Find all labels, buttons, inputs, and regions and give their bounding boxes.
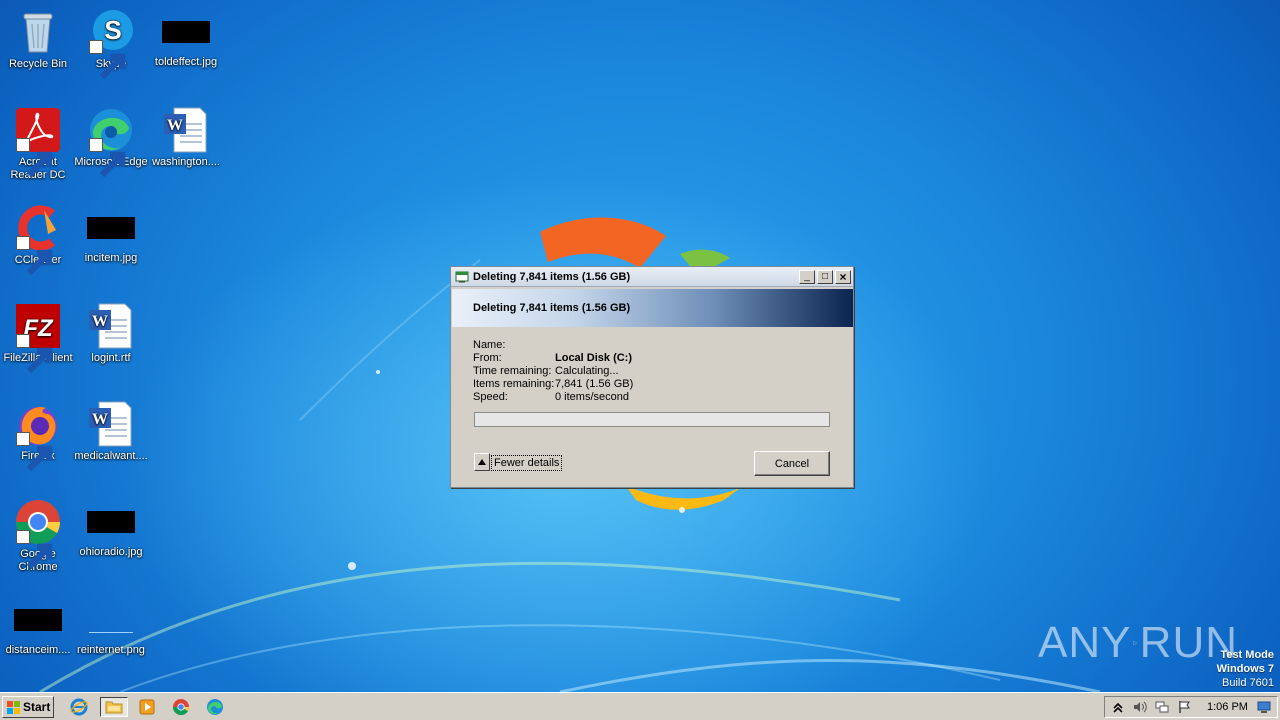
desktop: Recycle Bin S Skype toldeffect.jpg Acrob… <box>0 0 1280 692</box>
tray-volume[interactable] <box>1131 698 1149 716</box>
desktop-icon-ccleaner[interactable]: CCleaner <box>0 204 76 276</box>
network-icon <box>1155 701 1169 713</box>
tray-network[interactable] <box>1153 698 1171 716</box>
dialog-heading: Deleting 7,841 items (1.56 GB) <box>473 302 631 314</box>
detail-row-from: From: Local Disk (C:) <box>473 352 633 364</box>
desktop-icon <box>1257 701 1271 713</box>
svg-text:W: W <box>92 411 108 428</box>
explorer-folder-icon <box>105 701 123 714</box>
delete-dialog-icon <box>455 271 469 282</box>
desktop-icon-filezilla[interactable]: FZ FileZilla Client <box>0 302 76 374</box>
flag-icon <box>1179 701 1190 713</box>
volume-icon <box>1134 701 1147 713</box>
tray-action-center[interactable] <box>1175 698 1193 716</box>
chevron-up-icon <box>478 459 486 465</box>
desktop-icon-distanceim[interactable]: distanceim.... <box>0 596 76 657</box>
detail-row-speed: Speed: 0 items/second <box>473 391 629 403</box>
dialog-titlebar[interactable]: Deleting 7,841 items (1.56 GB) _ □ × <box>451 267 853 287</box>
word-doc-icon: W <box>89 303 132 349</box>
recycle-bin-icon <box>23 13 53 53</box>
desktop-icon-ohioradio[interactable]: ohioradio.jpg <box>73 498 149 559</box>
toggle-details-button[interactable] <box>474 453 490 471</box>
start-button[interactable]: Start <box>2 696 54 718</box>
shortcut-arrow-icon <box>89 40 126 80</box>
svg-text:W: W <box>167 117 183 134</box>
delete-progress-dialog: Deleting 7,841 items (1.56 GB) _ □ × Del… <box>450 266 854 488</box>
shortcut-arrow-icon <box>16 530 53 570</box>
maximize-button[interactable]: □ <box>817 269 833 284</box>
taskbar-chrome[interactable] <box>170 697 192 717</box>
desktop-icon-chrome[interactable]: Google Chrome <box>0 498 76 574</box>
windows-logo-icon <box>7 700 20 714</box>
desktop-icon-logint[interactable]: W logint.rtf <box>73 302 149 365</box>
tray-show-desktop[interactable] <box>1255 698 1273 716</box>
tray-show-hidden[interactable] <box>1109 698 1127 716</box>
desktop-icon-firefox[interactable]: Firefox <box>0 400 76 472</box>
system-tray: 1:06 PM <box>1104 696 1278 718</box>
image-file-icon <box>14 609 62 631</box>
anyrun-watermark: ANY RUN <box>1038 608 1238 678</box>
shortcut-arrow-icon <box>16 432 53 472</box>
image-file-icon <box>89 607 133 633</box>
edge-icon <box>207 699 223 715</box>
chevron-up-icon <box>1113 702 1123 713</box>
dialog-banner: Deleting 7,841 items (1.56 GB) <box>452 289 853 327</box>
image-file-icon <box>87 511 135 533</box>
minimize-button[interactable]: _ <box>799 269 815 284</box>
progress-bar <box>474 412 830 427</box>
svg-text:W: W <box>92 313 108 330</box>
detail-row-time-remaining: Time remaining: Calculating... <box>473 365 619 377</box>
desktop-icon-incitem[interactable]: incitem.jpg <box>73 204 149 265</box>
desktop-icon-washington[interactable]: W washington.... <box>148 106 224 169</box>
desktop-icon-edge[interactable]: Microsoft Edge <box>73 106 149 178</box>
delete-details: Name: From: Local Disk (C:) Time remaini… <box>473 339 633 404</box>
shortcut-arrow-icon <box>16 138 53 178</box>
taskbar-media-player[interactable] <box>136 697 158 717</box>
desktop-icon-toldeffect[interactable]: toldeffect.jpg <box>148 8 224 69</box>
play-logo-icon <box>1134 640 1138 646</box>
chrome-icon <box>172 699 190 716</box>
image-file-icon <box>162 21 210 43</box>
shortcut-arrow-icon <box>16 334 53 374</box>
taskbar-explorer[interactable] <box>100 697 128 717</box>
media-player-icon <box>139 699 155 715</box>
word-doc-icon: W <box>89 401 132 447</box>
taskbar-internet-explorer[interactable] <box>68 697 90 717</box>
cancel-button[interactable]: Cancel <box>754 451 830 476</box>
desktop-icon-medicalwant[interactable]: W medicalwant.... <box>73 400 149 463</box>
word-doc-icon: W <box>164 107 207 153</box>
desktop-icon-skype[interactable]: S Skype <box>73 8 149 80</box>
desktop-icon-recycle-bin[interactable]: Recycle Bin <box>0 8 76 71</box>
fewer-details-link[interactable]: Fewer details <box>491 455 563 471</box>
shortcut-arrow-icon <box>16 236 53 276</box>
test-mode-notice: Test Mode Windows 7 Build 7601 <box>1216 649 1274 689</box>
taskbar-edge[interactable] <box>204 697 226 717</box>
image-file-icon <box>87 217 135 239</box>
dialog-title: Deleting 7,841 items (1.56 GB) <box>473 270 631 283</box>
detail-row-items-remaining: Items remaining: 7,841 (1.56 GB) <box>473 378 634 390</box>
clock[interactable]: 1:06 PM <box>1207 701 1251 713</box>
desktop-icon-acrobat[interactable]: Acrobat Reader DC <box>0 106 76 182</box>
close-button[interactable]: × <box>835 269 851 284</box>
taskbar: Start 1:06 PM <box>0 692 1280 720</box>
desktop-icon-reinternet[interactable]: reinternet.png <box>73 596 149 657</box>
shortcut-arrow-icon <box>89 138 126 178</box>
detail-row-name: Name: <box>473 339 506 351</box>
internet-explorer-icon <box>70 698 88 716</box>
